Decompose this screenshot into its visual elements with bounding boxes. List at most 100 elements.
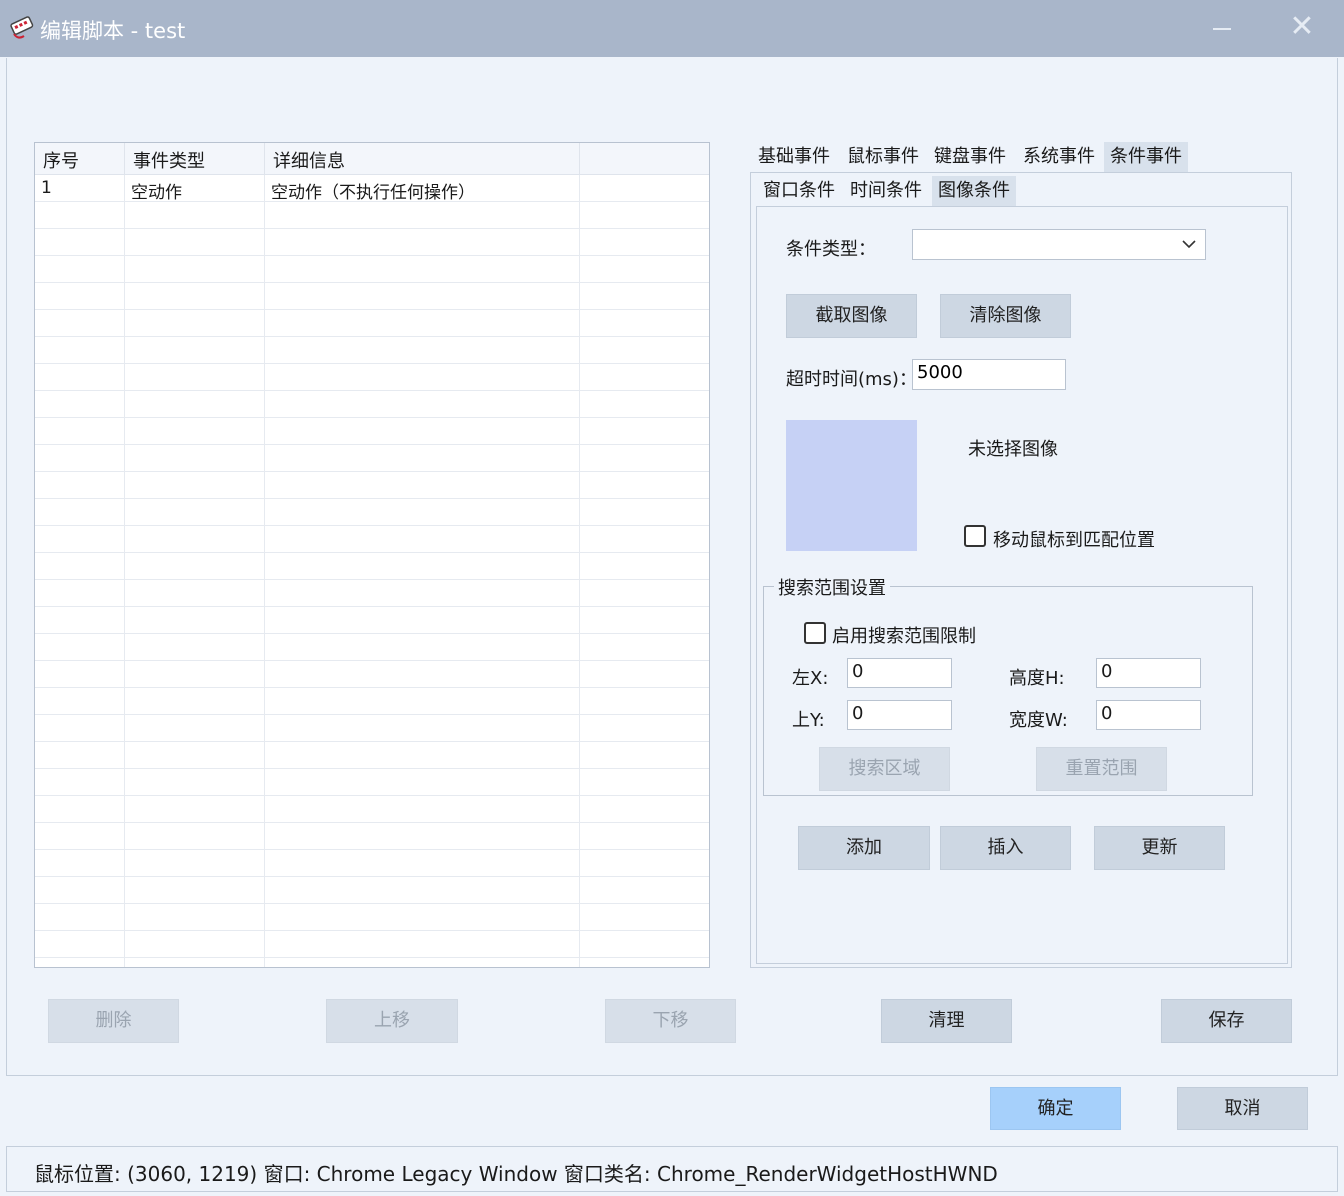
table-cell	[125, 310, 265, 337]
table-cell	[35, 715, 125, 742]
close-icon: ✕	[1289, 9, 1315, 44]
move-mouse-checkbox[interactable]	[964, 525, 986, 547]
column-header-event-type[interactable]: 事件类型	[125, 143, 265, 175]
table-cell	[580, 499, 709, 526]
table-cell	[580, 553, 709, 580]
delete-button[interactable]: 删除	[48, 999, 179, 1043]
table-cell	[265, 364, 580, 391]
table-cell	[580, 283, 709, 310]
table-cell	[35, 688, 125, 715]
title-bar[interactable]	[0, 0, 1344, 57]
cancel-button[interactable]: 取消	[1177, 1087, 1308, 1130]
table-cell	[35, 931, 125, 958]
table-cell	[35, 256, 125, 283]
close-button[interactable]: ✕	[1285, 12, 1319, 46]
column-header-extra[interactable]	[580, 143, 709, 175]
left-x-input[interactable]: 0	[847, 658, 952, 688]
reset-range-button[interactable]: 重置范围	[1036, 747, 1167, 791]
table-cell	[35, 796, 125, 823]
table-cell	[265, 418, 580, 445]
table-cell: 1	[35, 175, 125, 202]
clear-button[interactable]: 清理	[881, 999, 1012, 1043]
event-table[interactable]: 序号 事件类型 详细信息 1 空动作 空动作（不执行任何操作）	[34, 142, 710, 968]
table-cell	[580, 472, 709, 499]
tab-condition-events[interactable]: 条件事件	[1104, 142, 1188, 172]
capture-image-button[interactable]: 截取图像	[786, 294, 917, 338]
table-cell	[580, 391, 709, 418]
enable-search-range-checkbox[interactable]	[804, 622, 826, 644]
table-cell	[265, 472, 580, 499]
move-down-button[interactable]: 下移	[605, 999, 736, 1043]
width-input[interactable]: 0	[1096, 700, 1201, 730]
table-cell	[125, 202, 265, 229]
table-cell	[35, 202, 125, 229]
height-input[interactable]: 0	[1096, 658, 1201, 688]
subtab-time-condition[interactable]: 时间条件	[844, 176, 928, 206]
table-cell	[580, 580, 709, 607]
condition-type-select[interactable]	[912, 229, 1206, 260]
table-cell	[125, 553, 265, 580]
table-cell	[35, 634, 125, 661]
table-cell: 空动作	[125, 175, 265, 202]
ok-button[interactable]: 确定	[990, 1087, 1121, 1130]
table-cell	[265, 958, 580, 967]
table-cell	[265, 337, 580, 364]
table-cell	[580, 661, 709, 688]
table-cell	[580, 931, 709, 958]
table-cell	[580, 418, 709, 445]
save-button[interactable]: 保存	[1161, 999, 1292, 1043]
table-cell	[35, 445, 125, 472]
enable-search-range-label: 启用搜索范围限制	[832, 626, 976, 647]
table-cell	[35, 364, 125, 391]
table-cell	[265, 796, 580, 823]
left-x-label: 左X:	[792, 668, 829, 689]
insert-button[interactable]: 插入	[940, 826, 1071, 870]
move-up-button[interactable]: 上移	[326, 999, 458, 1043]
table-cell	[35, 283, 125, 310]
tab-basic-events[interactable]: 基础事件	[752, 142, 836, 172]
search-area-button[interactable]: 搜索区域	[819, 747, 950, 791]
minimize-button[interactable]	[1205, 14, 1239, 44]
table-cell	[265, 931, 580, 958]
table-cell	[265, 445, 580, 472]
tab-mouse-events[interactable]: 鼠标事件	[841, 142, 925, 172]
tab-system-events[interactable]: 系统事件	[1017, 142, 1101, 172]
move-mouse-label: 移动鼠标到匹配位置	[993, 530, 1155, 551]
table-cell	[265, 688, 580, 715]
clear-image-button[interactable]: 清除图像	[940, 294, 1071, 338]
timeout-input[interactable]: 5000	[912, 359, 1066, 390]
table-cell	[35, 850, 125, 877]
table-cell	[265, 202, 580, 229]
column-header-index[interactable]: 序号	[35, 143, 125, 175]
table-cell	[580, 337, 709, 364]
table-cell	[125, 472, 265, 499]
table-cell	[35, 526, 125, 553]
table-cell	[580, 769, 709, 796]
table-cell	[265, 256, 580, 283]
table-cell	[125, 256, 265, 283]
table-cell	[125, 661, 265, 688]
add-button[interactable]: 添加	[798, 826, 930, 870]
table-cell	[580, 688, 709, 715]
table-cell	[580, 607, 709, 634]
tab-keyboard-events[interactable]: 键盘事件	[928, 142, 1012, 172]
top-y-label: 上Y:	[792, 710, 825, 731]
table-cell	[125, 769, 265, 796]
column-header-details[interactable]: 详细信息	[265, 143, 580, 175]
update-button[interactable]: 更新	[1094, 826, 1225, 870]
table-cell	[265, 229, 580, 256]
subtab-image-condition[interactable]: 图像条件	[932, 176, 1016, 206]
table-cell	[125, 445, 265, 472]
table-cell	[580, 175, 709, 202]
no-image-text: 未选择图像	[968, 439, 1058, 460]
table-cell	[125, 904, 265, 931]
table-cell	[265, 904, 580, 931]
top-y-input[interactable]: 0	[847, 700, 952, 730]
table-cell	[125, 526, 265, 553]
table-cell	[580, 742, 709, 769]
table-cell	[265, 715, 580, 742]
table-cell	[580, 904, 709, 931]
image-preview	[786, 420, 917, 551]
table-cell	[265, 580, 580, 607]
subtab-window-condition[interactable]: 窗口条件	[757, 176, 841, 206]
